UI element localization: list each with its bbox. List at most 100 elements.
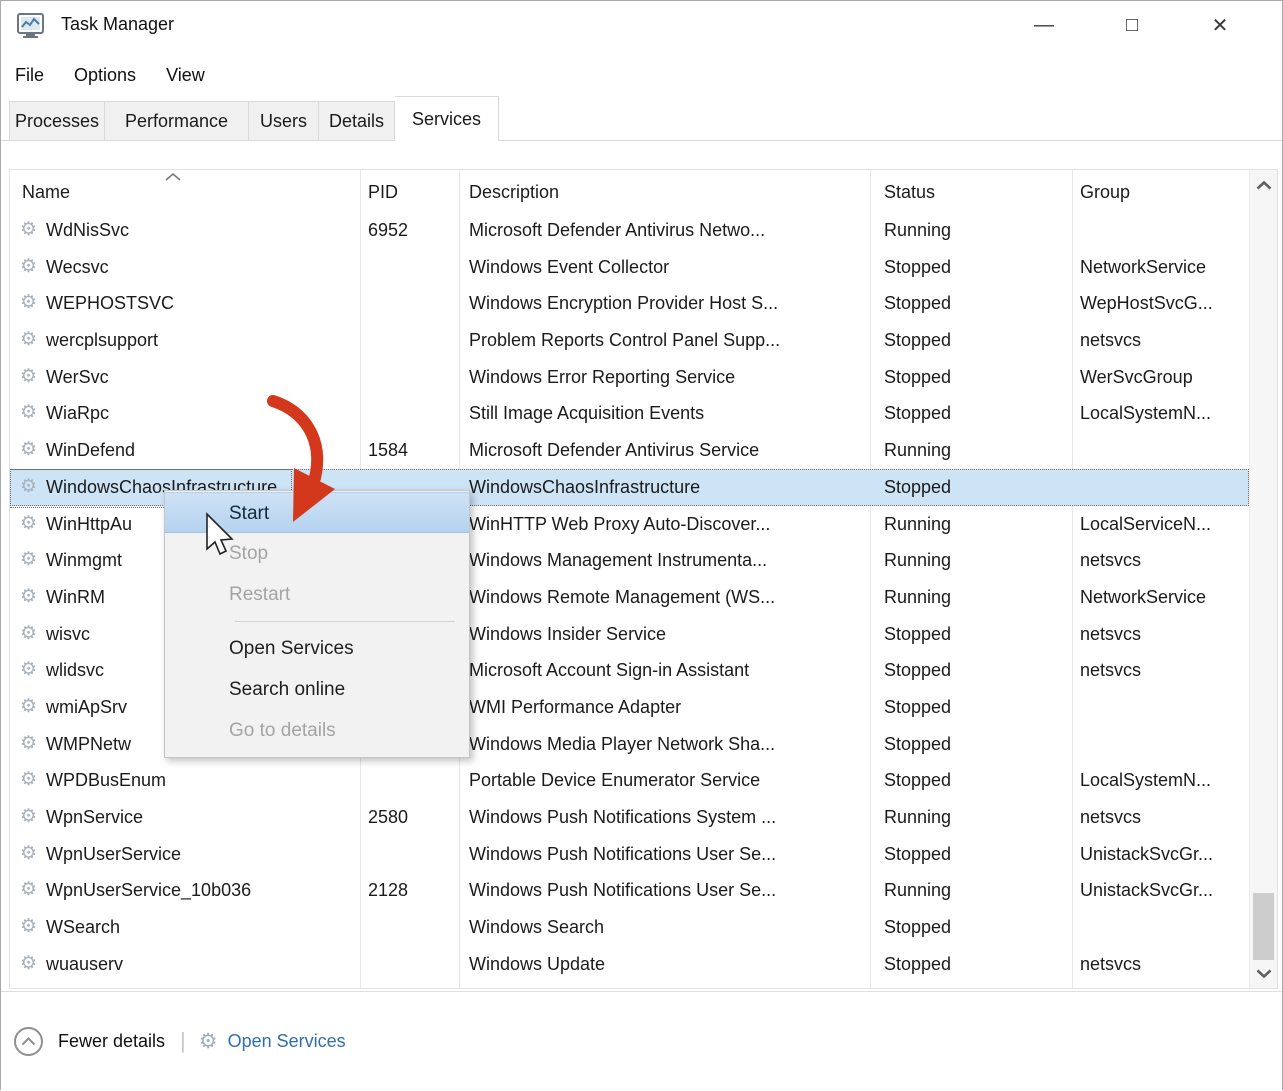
- maximize-button[interactable]: □: [1088, 14, 1176, 37]
- cell-description: Windows Event Collector: [469, 249, 865, 286]
- cell-group: UnistackSvcGr...: [1080, 872, 1252, 909]
- cell-group: UnistackSvcGr...: [1080, 836, 1252, 873]
- table-row[interactable]: ⚙WerSvcWindows Error Reporting ServiceSt…: [10, 359, 1249, 396]
- cell-pid: [368, 836, 456, 873]
- context-menu-item-restart: Restart: [165, 574, 469, 615]
- table-row[interactable]: ⚙wercplsupportProblem Reports Control Pa…: [10, 322, 1249, 359]
- gear-icon: ⚙: [20, 395, 37, 432]
- cell-group: netsvcs: [1080, 542, 1252, 579]
- context-menu: StartStopRestart Open ServicesSearch onli…: [164, 490, 470, 758]
- close-button[interactable]: ✕: [1176, 13, 1264, 38]
- context-menu-item-search-online[interactable]: Search online: [165, 669, 469, 710]
- menu-item-view[interactable]: View: [166, 65, 205, 86]
- column-header-group[interactable]: Group: [1080, 182, 1130, 203]
- column-header-pid[interactable]: PID: [368, 182, 398, 203]
- cell-name: WpnUserService_10b036: [46, 872, 346, 909]
- gear-icon: ⚙: [20, 909, 37, 946]
- cell-pid: 6952: [368, 212, 456, 249]
- cell-description: Windows Management Instrumenta...: [469, 542, 865, 579]
- tab-services[interactable]: Services: [395, 96, 499, 141]
- cell-description: Portable Device Enumerator Service: [469, 762, 865, 799]
- cell-description: Windows Media Player Network Sha...: [469, 726, 865, 763]
- cell-name: WEPHOSTSVC: [46, 285, 346, 322]
- cell-status: Stopped: [884, 909, 1064, 946]
- gear-icon: ⚙: [20, 432, 37, 469]
- task-manager-window: Task Manager — □ ✕ File Options View Proce…: [0, 0, 1283, 1090]
- column-header-description[interactable]: Description: [469, 182, 559, 203]
- table-row[interactable]: ⚙WSearchWindows SearchStopped: [10, 909, 1249, 946]
- title-bar: Task Manager — □ ✕: [1, 1, 1282, 49]
- context-menu-item-start[interactable]: Start: [165, 492, 469, 533]
- cell-status: Stopped: [884, 836, 1064, 873]
- table-row[interactable]: ⚙WinDefend1584Microsoft Defender Antivir…: [10, 432, 1249, 469]
- gear-icon: ⚙: [20, 249, 37, 286]
- cell-name: Wecsvc: [46, 249, 346, 286]
- cell-description: Microsoft Defender Antivirus Netwo...: [469, 212, 865, 249]
- gear-icon: ⚙: [20, 359, 37, 396]
- scrollbar-up-icon[interactable]: [1250, 172, 1277, 198]
- cell-status: Running: [884, 542, 1064, 579]
- menu-item-options[interactable]: Options: [74, 65, 136, 86]
- cell-status: Stopped: [884, 395, 1064, 432]
- open-services-link[interactable]: Open Services: [228, 1031, 346, 1052]
- footer-divider: |: [180, 1028, 186, 1054]
- gear-icon: ⚙: [20, 579, 37, 616]
- column-header-status[interactable]: Status: [884, 182, 935, 203]
- cell-pid: 2580: [368, 799, 456, 836]
- table-row[interactable]: ⚙WEPHOSTSVCWindows Encryption Provider H…: [10, 285, 1249, 322]
- cell-pid: 1584: [368, 432, 456, 469]
- cell-name: WPDBusEnum: [46, 762, 346, 799]
- table-row[interactable]: ⚙WiaRpcStill Image Acquisition EventsSto…: [10, 395, 1249, 432]
- gear-icon: ⚙: [20, 542, 37, 579]
- cell-pid: [368, 946, 456, 983]
- cell-name: wuauserv: [46, 946, 346, 983]
- tab-details[interactable]: Details: [319, 101, 395, 141]
- cell-group: LocalServiceN...: [1080, 506, 1252, 543]
- gear-icon: ⚙: [199, 1029, 218, 1054]
- footer-bar: Fewer details | ⚙ Open Services: [1, 991, 1282, 1090]
- cell-group: [1080, 469, 1252, 506]
- table-row[interactable]: ⚙WpnUserServiceWindows Push Notification…: [10, 836, 1249, 873]
- context-menu-item-stop: Stop: [165, 533, 469, 574]
- cell-status: Stopped: [884, 762, 1064, 799]
- table-row[interactable]: ⚙WdNisSvc6952Microsoft Defender Antiviru…: [10, 212, 1249, 249]
- gear-icon: ⚙: [20, 726, 37, 763]
- cell-name: WinDefend: [46, 432, 346, 469]
- cell-description: Windows Encryption Provider Host S...: [469, 285, 865, 322]
- menu-item-file[interactable]: File: [15, 65, 44, 86]
- gear-icon: ⚙: [20, 469, 37, 506]
- table-row[interactable]: ⚙wuauservWindows UpdateStoppednetsvcs: [10, 946, 1249, 983]
- cell-status: Running: [884, 432, 1064, 469]
- fewer-details-button[interactable]: [14, 1027, 43, 1056]
- gear-icon: ⚙: [20, 652, 37, 689]
- tab-processes[interactable]: Processes: [9, 101, 105, 141]
- table-row[interactable]: ⚙WpnService2580Windows Push Notification…: [10, 799, 1249, 836]
- cell-group: NetworkService: [1080, 249, 1252, 286]
- scrollbar-thumb[interactable]: [1253, 893, 1274, 960]
- cell-status: Running: [884, 212, 1064, 249]
- cell-group: [1080, 689, 1252, 726]
- cell-status: Stopped: [884, 359, 1064, 396]
- fewer-details-label[interactable]: Fewer details: [58, 1031, 165, 1052]
- cell-group: LocalSystemN...: [1080, 395, 1252, 432]
- vertical-scrollbar[interactable]: [1249, 170, 1277, 988]
- cell-pid: [368, 762, 456, 799]
- cell-name: WdNisSvc: [46, 212, 346, 249]
- cell-description: Windows Error Reporting Service: [469, 359, 865, 396]
- tab-users[interactable]: Users: [249, 101, 319, 141]
- cell-status: Running: [884, 506, 1064, 543]
- cell-pid: [368, 909, 456, 946]
- table-row[interactable]: ⚙WecsvcWindows Event CollectorStoppedNet…: [10, 249, 1249, 286]
- cell-group: LocalSystemN...: [1080, 762, 1252, 799]
- tab-performance[interactable]: Performance: [105, 101, 249, 141]
- cell-name: WiaRpc: [46, 395, 346, 432]
- cell-description: Windows Push Notifications User Se...: [469, 872, 865, 909]
- table-row[interactable]: ⚙WpnUserService_10b0362128Windows Push N…: [10, 872, 1249, 909]
- cell-group: WepHostSvcG...: [1080, 285, 1252, 322]
- context-menu-item-open-services[interactable]: Open Services: [165, 628, 469, 669]
- cell-group: [1080, 909, 1252, 946]
- table-row[interactable]: ⚙WPDBusEnumPortable Device Enumerator Se…: [10, 762, 1249, 799]
- scrollbar-down-icon[interactable]: [1250, 960, 1277, 986]
- minimize-button[interactable]: —: [1000, 14, 1088, 37]
- column-header-name[interactable]: Name: [22, 182, 70, 203]
